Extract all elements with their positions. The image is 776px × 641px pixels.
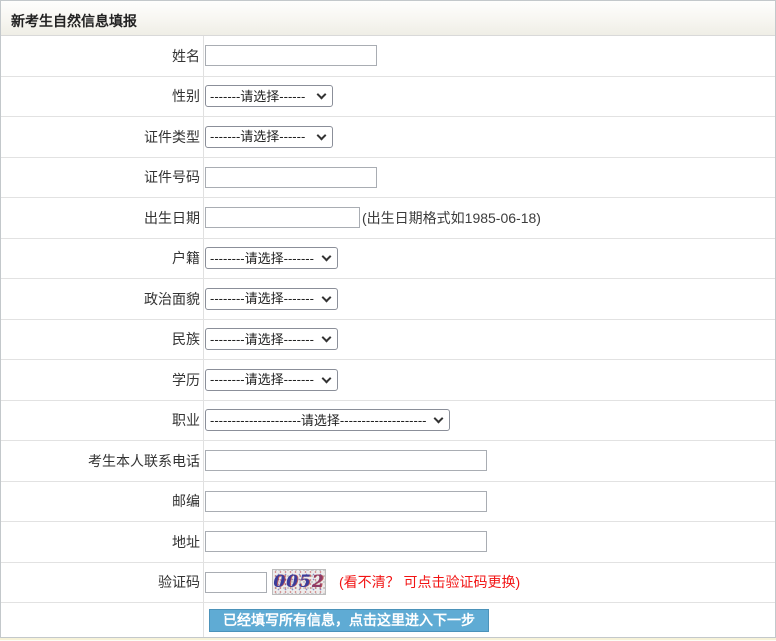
birth-date-format-hint: (出生日期格式如1985-06-18) [362, 208, 541, 228]
form-header: 新考生自然信息填报 [1, 1, 775, 36]
household-select[interactable]: --------请选择------- [205, 247, 338, 269]
phone-input[interactable] [205, 450, 487, 471]
postal-code-label: 邮编 [1, 482, 204, 522]
address-label: 地址 [1, 522, 204, 562]
ethnicity-select[interactable]: --------请选择------- [205, 328, 338, 350]
ethnicity-label: 民族 [1, 320, 204, 360]
next-step-button[interactable]: 已经填写所有信息，点击这里进入下一步 [209, 609, 489, 632]
household-label: 户籍 [1, 239, 204, 279]
id-number-label: 证件号码 [1, 158, 204, 198]
occupation-select[interactable]: ---------------------请选择----------------… [205, 409, 450, 431]
row-ethnicity: 民族 --------请选择------- [1, 320, 775, 361]
page-title: 新考生自然信息填报 [11, 11, 137, 31]
row-postal-code: 邮编 [1, 482, 775, 523]
address-input[interactable] [205, 531, 487, 552]
gender-select[interactable]: -------请选择------ [205, 85, 333, 107]
captcha-digit: 0 [286, 572, 299, 592]
education-label: 学历 [1, 360, 204, 400]
row-gender: 性别 -------请选择------ [1, 77, 775, 118]
row-captcha: 验证码 0 0 5 2 (看不清？ 可点击验证码更换) [1, 563, 775, 604]
name-label: 姓名 [1, 36, 204, 76]
phone-label: 考生本人联系电话 [1, 441, 204, 481]
row-occupation: 职业 ---------------------请选择-------------… [1, 401, 775, 442]
captcha-digit: 0 [273, 572, 286, 592]
captcha-label: 验证码 [1, 563, 204, 603]
education-select[interactable]: --------请选择------- [205, 369, 338, 391]
row-household: 户籍 --------请选择------- [1, 239, 775, 280]
row-address: 地址 [1, 522, 775, 563]
row-id-number: 证件号码 [1, 158, 775, 199]
birth-date-input[interactable] [205, 207, 360, 228]
captcha-input[interactable] [205, 572, 267, 593]
row-id-type: 证件类型 -------请选择------ [1, 117, 775, 158]
captcha-image[interactable]: 0 0 5 2 [272, 569, 326, 595]
political-status-select[interactable]: --------请选择------- [205, 288, 338, 310]
row-education: 学历 --------请选择------- [1, 360, 775, 401]
row-name: 姓名 [1, 36, 775, 77]
birth-date-label: 出生日期 [1, 198, 204, 238]
postal-code-input[interactable] [205, 491, 487, 512]
row-birth-date: 出生日期 (出生日期格式如1985-06-18) [1, 198, 775, 239]
new-examinee-info-form: 新考生自然信息填报 姓名 性别 -------请选择------ 证件类型 --… [0, 0, 776, 638]
id-type-select[interactable]: -------请选择------ [205, 126, 333, 148]
captcha-refresh-hint[interactable]: (看不清？ 可点击验证码更换) [339, 572, 520, 592]
gender-label: 性别 [1, 77, 204, 117]
row-political-status: 政治面貌 --------请选择------- [1, 279, 775, 320]
captcha-digit: 5 [299, 572, 312, 592]
row-phone: 考生本人联系电话 [1, 441, 775, 482]
name-input[interactable] [205, 45, 377, 66]
submit-row-spacer [1, 603, 204, 637]
captcha-digit: 2 [312, 572, 325, 592]
id-type-label: 证件类型 [1, 117, 204, 157]
political-status-label: 政治面貌 [1, 279, 204, 319]
occupation-label: 职业 [1, 401, 204, 441]
row-submit: 已经填写所有信息，点击这里进入下一步 [1, 603, 775, 637]
id-number-input[interactable] [205, 167, 377, 188]
